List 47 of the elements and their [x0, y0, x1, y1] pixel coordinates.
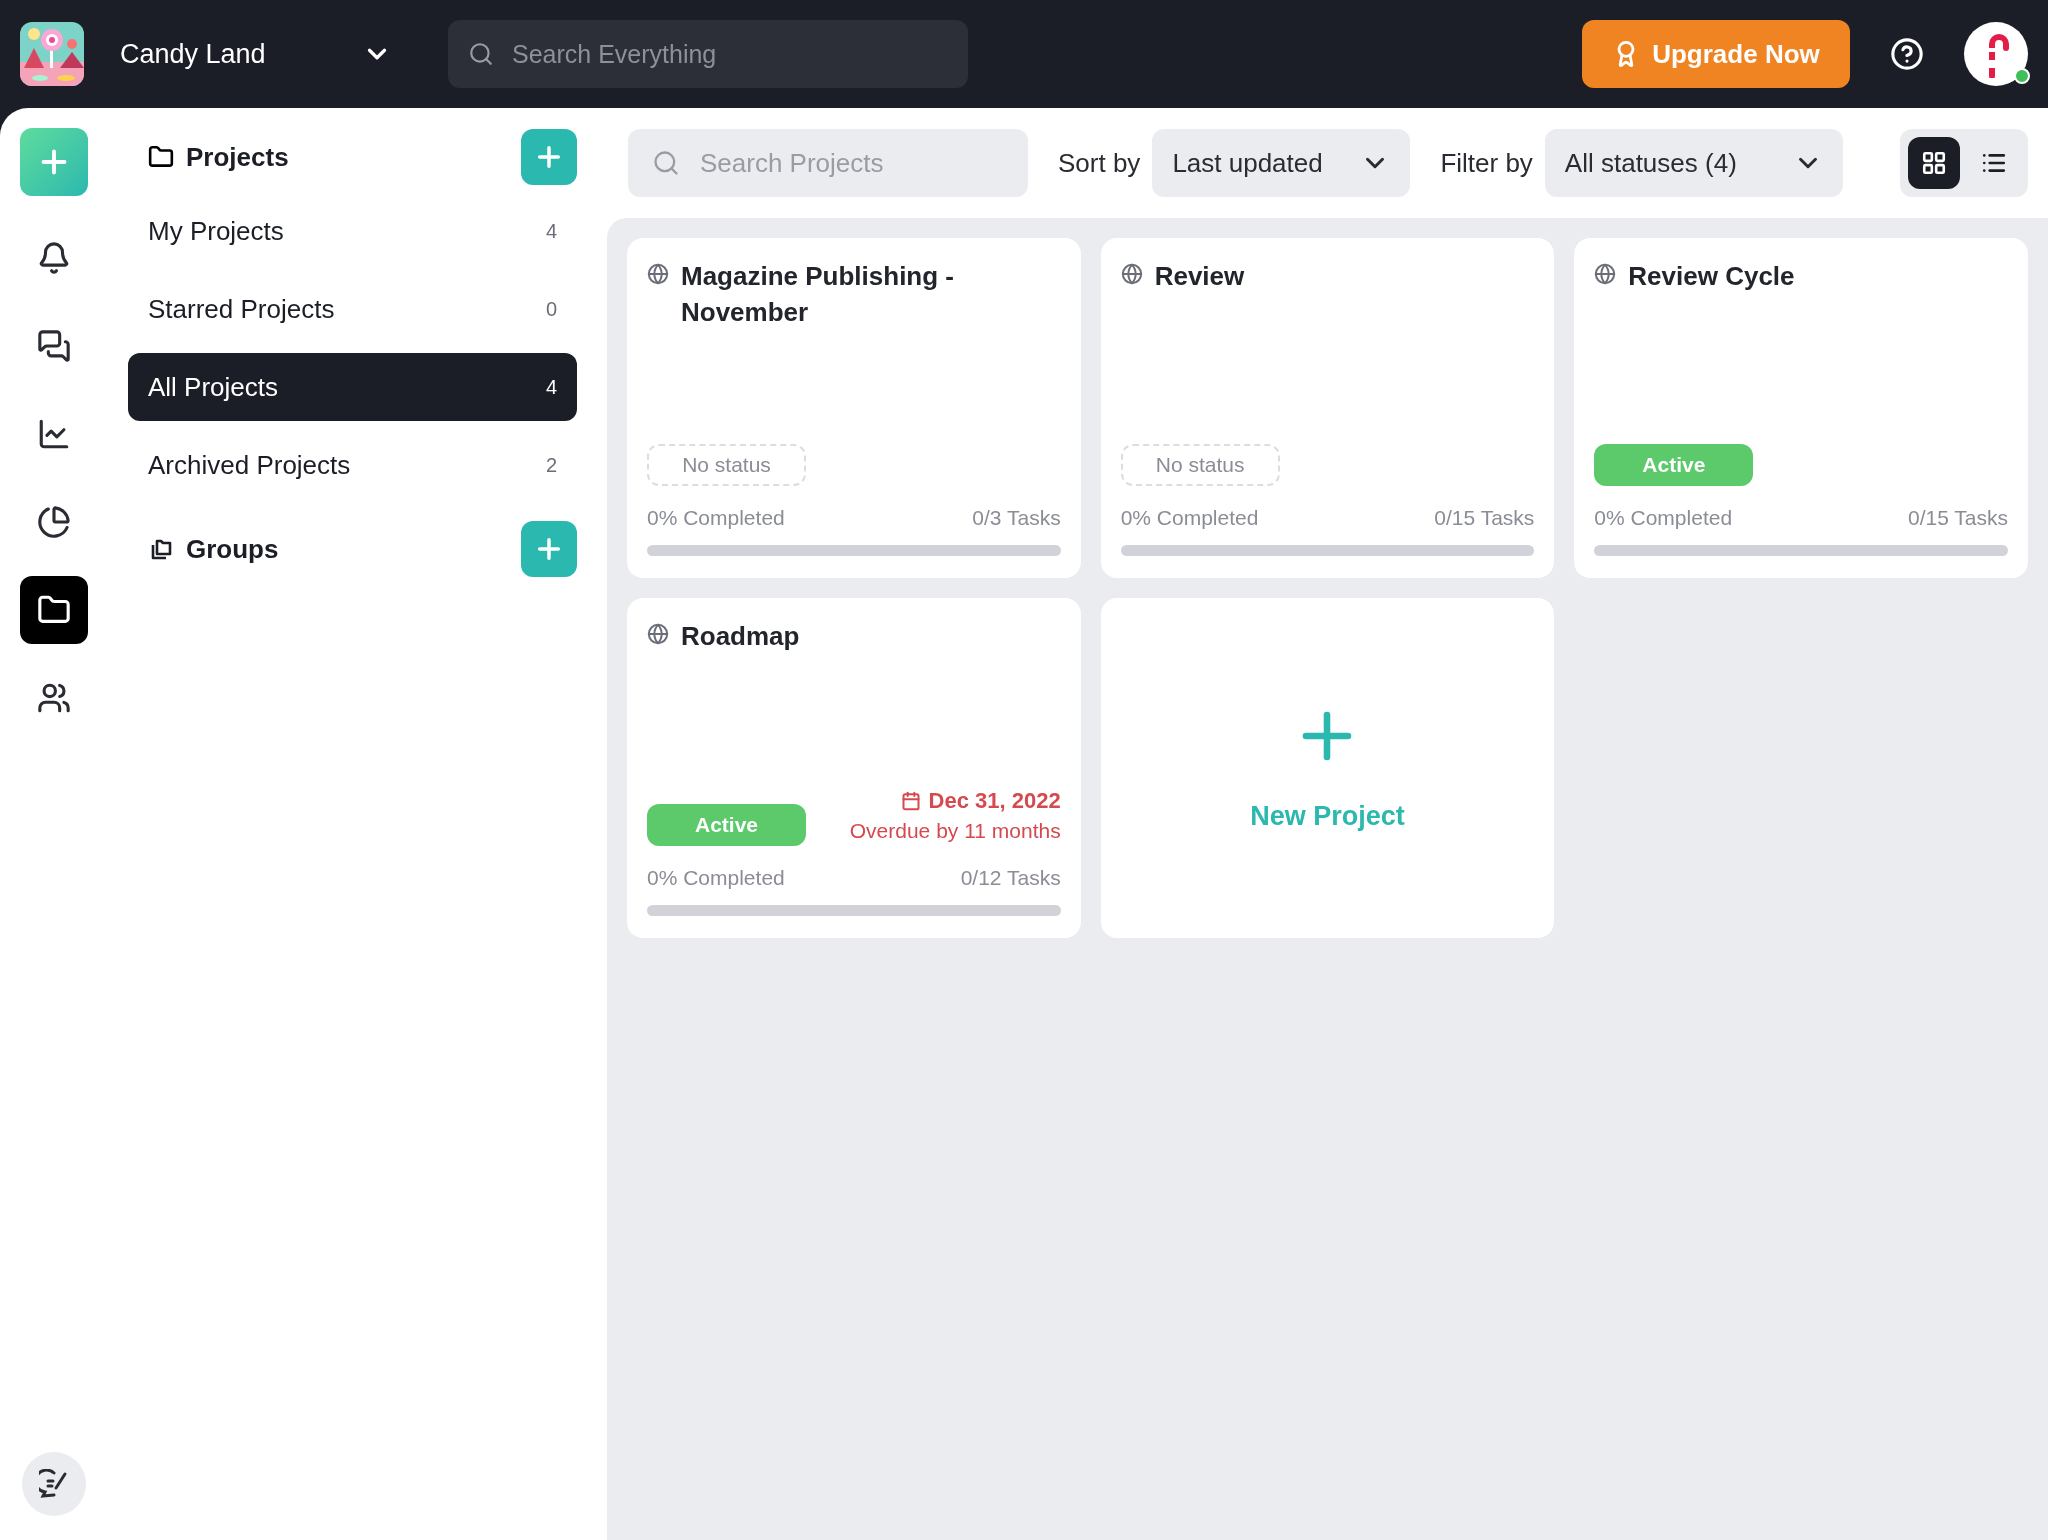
sort-label: Sort by	[1058, 146, 1141, 180]
project-card[interactable]: Review No status 0% Completed 0/15 Tasks	[1100, 238, 1555, 578]
completion-label: 0% Completed	[647, 864, 785, 891]
calendar-icon	[900, 790, 921, 811]
due-date: Dec 31, 2022	[928, 786, 1061, 815]
sidebar-item[interactable]: Archived Projects 2	[128, 431, 577, 499]
section-title: Projects	[186, 140, 289, 174]
sidebar-item[interactable]: Starred Projects 0	[128, 275, 577, 343]
completion-label: 0% Completed	[1120, 504, 1259, 531]
help-icon[interactable]	[1890, 37, 1924, 71]
project-card[interactable]: Review Cycle Active 0% Completed 0/15 Tasks	[1574, 238, 2028, 578]
overdue-note: Overdue by 11 months	[849, 817, 1061, 844]
project-card[interactable]: Roadmap Active Dec 31, 2022 Overdue by 11 months 0% Completed 0/12 Tasks	[627, 598, 1081, 938]
globe-icon	[1594, 263, 1617, 285]
globe-icon	[1120, 263, 1143, 285]
project-title: Review Cycle	[1628, 260, 1795, 293]
sidebar-item[interactable]: My Projects 4	[128, 197, 577, 265]
pen-chat-icon	[38, 1469, 69, 1499]
nav-button[interactable]	[19, 576, 88, 644]
search-field[interactable]: Search Everything	[448, 20, 968, 88]
project-title: Magazine Publishing - November	[681, 260, 955, 329]
task-count: 0/15 Tasks	[1434, 504, 1535, 531]
folder-icon	[148, 144, 174, 170]
task-count: 0/3 Tasks	[972, 504, 1061, 531]
filter-dropdown[interactable]: All statuses (4)	[1544, 129, 1843, 197]
sidebar-item[interactable]: All Projects 4	[128, 353, 577, 421]
grid-view-button[interactable]	[1908, 137, 1960, 189]
section-title: Groups	[186, 532, 279, 566]
search-icon	[468, 41, 494, 67]
pie-chart-icon	[36, 505, 71, 539]
search-field[interactable]: Search Projects	[628, 129, 1028, 197]
completion-label: 0% Completed	[647, 504, 785, 531]
filter-label: Filter by	[1440, 146, 1533, 180]
project-title: Review	[1154, 260, 1245, 293]
people-icon	[36, 681, 71, 715]
completion-label: 0% Completed	[1594, 504, 1733, 531]
chat-bubbles-icon	[36, 329, 71, 363]
globe-icon	[647, 623, 669, 645]
project-card[interactable]: Magazine Publishing - November No status 0% Completed 0/3 Tasks	[627, 238, 1081, 578]
search-icon	[652, 149, 680, 177]
task-count: 0/15 Tasks	[1907, 504, 2008, 531]
workspace-switcher[interactable]: Candy Land	[120, 33, 392, 75]
project-title: Roadmap	[681, 620, 800, 653]
sort-dropdown[interactable]: Last updated	[1152, 129, 1411, 197]
globe-icon	[647, 263, 669, 285]
task-count: 0/12 Tasks	[960, 864, 1061, 891]
grid-icon	[1921, 150, 1947, 176]
